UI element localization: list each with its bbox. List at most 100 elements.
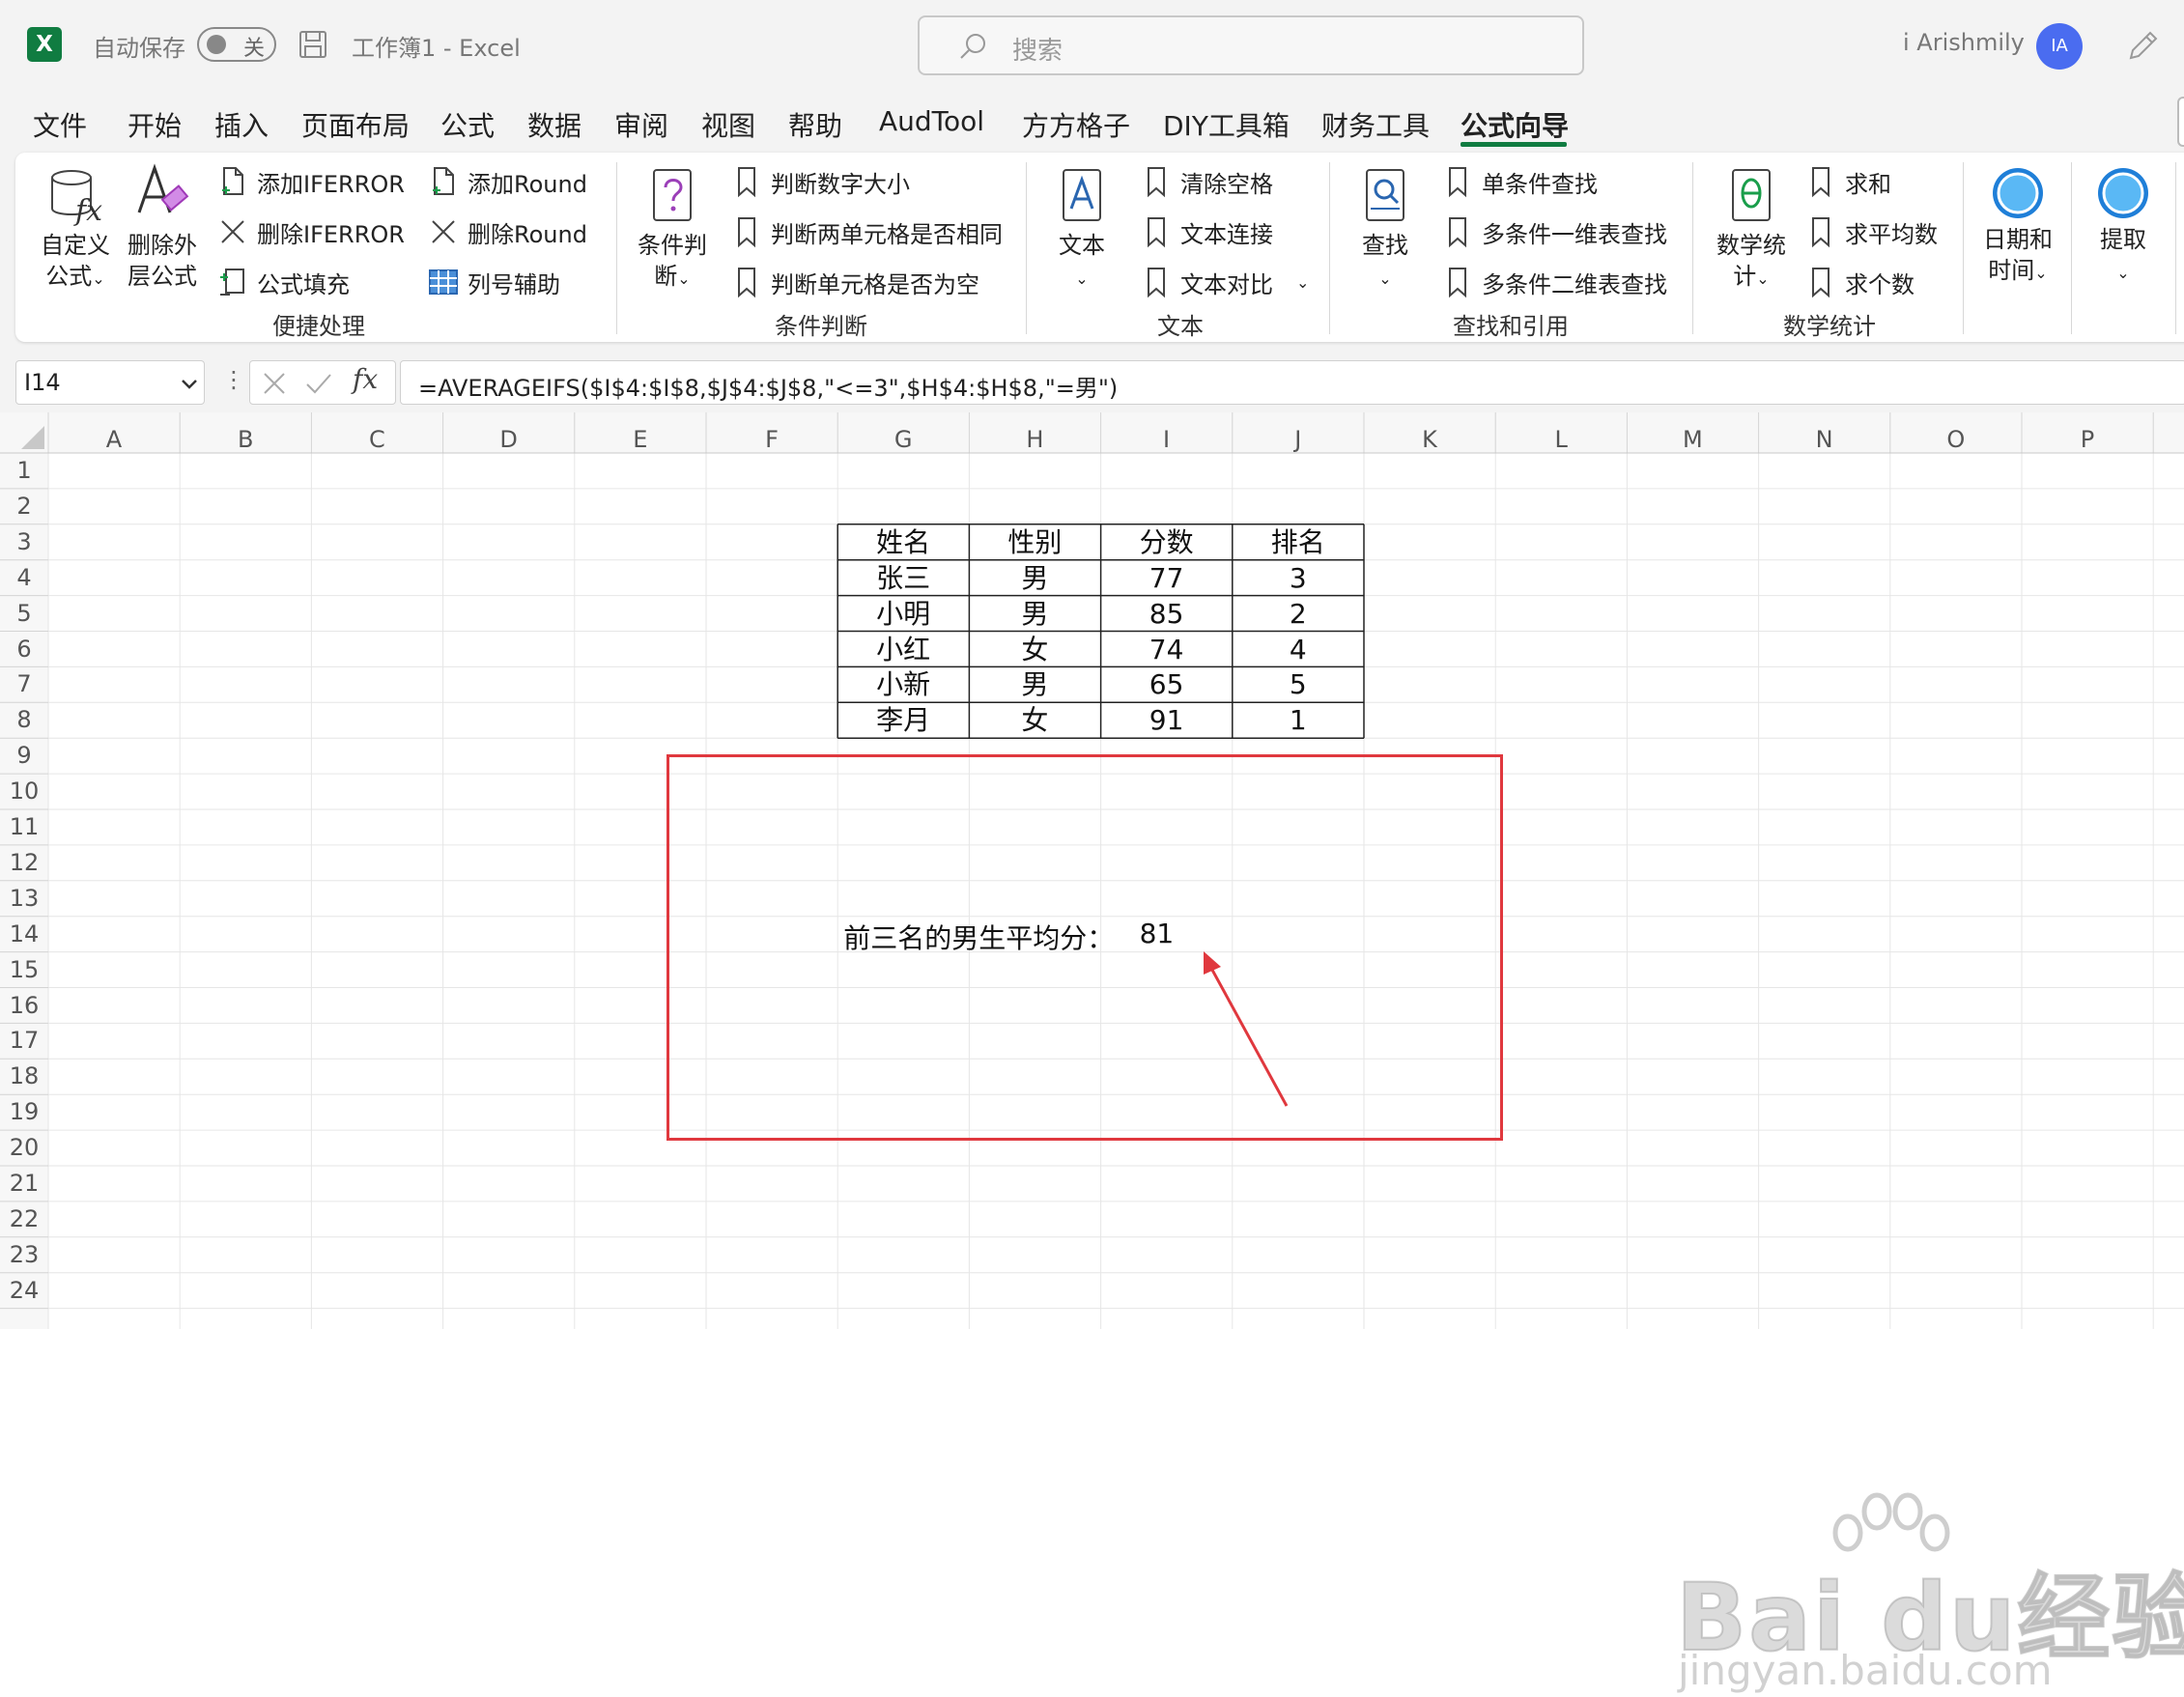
column-header-a[interactable]: A (48, 426, 180, 453)
column-header-k[interactable]: K (1364, 426, 1495, 453)
column-header-o[interactable]: O (1890, 426, 2022, 453)
row-header-19[interactable]: 19 (0, 1098, 48, 1125)
tab-view[interactable]: 视图 (701, 105, 755, 144)
row-header-1[interactable]: 1 (0, 457, 48, 484)
tab-insert[interactable]: 插入 (214, 105, 269, 144)
column-header-h[interactable]: H (969, 426, 1100, 453)
lookup-button[interactable]: 查找 ⌄ (1347, 166, 1424, 295)
row-header-12[interactable]: 12 (0, 849, 48, 876)
search-box[interactable]: 搜索 (918, 15, 1584, 75)
pen-icon[interactable] (2123, 27, 2162, 66)
table-cell[interactable]: 张三 (837, 560, 969, 596)
tab-review[interactable]: 审阅 (614, 105, 668, 144)
custom-formula-button[interactable]: fx 自定义 公式⌄ (37, 166, 114, 295)
table-cell[interactable]: 小红 (837, 632, 969, 667)
chevron-down-icon[interactable]: ⌄ (1296, 273, 1309, 292)
table-cell[interactable]: 3 (1233, 560, 1364, 596)
table-cell[interactable]: 65 (1101, 666, 1233, 702)
sum-button[interactable]: 求和 (1804, 164, 1891, 199)
table-cell[interactable]: 女 (969, 632, 1100, 667)
table-cell[interactable]: 小明 (837, 596, 969, 632)
name-box[interactable]: I14 (15, 360, 205, 405)
row-header-13[interactable]: 13 (0, 885, 48, 912)
table-header-cell[interactable]: 姓名 (837, 524, 969, 560)
save-icon[interactable] (298, 29, 328, 60)
check-icon[interactable] (304, 369, 333, 398)
row-header-9[interactable]: 9 (0, 742, 48, 769)
count-button[interactable]: 求个数 (1804, 265, 1915, 299)
more-options-icon[interactable]: ⋮ (222, 366, 245, 393)
row-header-23[interactable]: 23 (0, 1241, 48, 1268)
column-header-d[interactable]: D (443, 426, 575, 453)
autosave-toggle[interactable]: 关 (197, 27, 276, 62)
row-header-5[interactable]: 5 (0, 600, 48, 627)
column-header-p[interactable]: P (2022, 426, 2153, 453)
column-header-b[interactable]: B (180, 426, 311, 453)
table-cell[interactable]: 74 (1101, 632, 1233, 667)
tab-finance-tools[interactable]: 财务工具 (1321, 105, 1430, 144)
table-cell[interactable]: 5 (1233, 666, 1364, 702)
multi-condition-2d-lookup-button[interactable]: 多条件二维表查找 (1441, 265, 1667, 299)
column-header-e[interactable]: E (575, 426, 706, 453)
row-header-20[interactable]: 20 (0, 1134, 48, 1161)
row-header-6[interactable]: 6 (0, 636, 48, 663)
worksheet-grid[interactable]: ABCDEFGHIJKLMNOP 1 2 3 4 5 6 7 8 9 10 11 12 13 14 15 16… (0, 412, 2184, 1694)
formula-fill-button[interactable]: 公式填充 (216, 265, 350, 299)
condition-button[interactable]: 条件判 断⌄ (634, 166, 711, 295)
judge-number-size-button[interactable]: 判断数字大小 (730, 164, 910, 199)
table-header-cell[interactable]: 排名 (1233, 524, 1364, 560)
tab-formulas[interactable]: 公式 (440, 105, 495, 144)
table-cell[interactable]: 女 (969, 702, 1100, 738)
math-stats-button[interactable]: 数学统 计⌄ (1708, 166, 1795, 295)
date-time-button[interactable]: 日期和 时间⌄ (1976, 164, 2059, 289)
column-header-n[interactable]: N (1759, 426, 1890, 453)
formula-input[interactable]: =AVERAGEIFS($I$4:$I$8,$J$4:$J$8,"<=3",$H… (400, 360, 2184, 405)
row-header-15[interactable]: 15 (0, 956, 48, 983)
row-header-11[interactable]: 11 (0, 813, 48, 840)
ribbon-edge-button[interactable] (2177, 97, 2184, 147)
remove-outer-formula-button[interactable]: 删除外 层公式 (124, 162, 201, 292)
row-header-8[interactable]: 8 (0, 706, 48, 733)
table-header-cell[interactable]: 分数 (1101, 524, 1233, 560)
single-condition-lookup-button[interactable]: 单条件查找 (1441, 164, 1598, 199)
chevron-down-icon[interactable] (179, 373, 200, 394)
table-cell[interactable]: 男 (969, 666, 1100, 702)
row-header-3[interactable]: 3 (0, 528, 48, 555)
row-header-16[interactable]: 16 (0, 992, 48, 1019)
column-header-i[interactable]: I (1101, 426, 1233, 453)
remove-round-button[interactable]: 删除Round (427, 214, 587, 249)
tab-home[interactable]: 开始 (128, 105, 182, 144)
result-value[interactable]: 81 (1140, 918, 1175, 949)
row-header-21[interactable]: 21 (0, 1170, 48, 1197)
tab-help[interactable]: 帮助 (788, 105, 842, 144)
table-cell[interactable]: 91 (1101, 702, 1233, 738)
row-header-7[interactable]: 7 (0, 670, 48, 697)
row-header-14[interactable]: 14 (0, 920, 48, 947)
tab-audtool[interactable]: AudTool (879, 105, 984, 137)
tab-diy-toolbox[interactable]: DIY工具箱 (1163, 105, 1290, 144)
tab-formula-wizard[interactable]: 公式向导 (1461, 105, 1569, 144)
cancel-icon[interactable] (260, 369, 289, 398)
column-header-m[interactable]: M (1627, 426, 1758, 453)
tab-page-layout[interactable]: 页面布局 (301, 105, 410, 144)
remove-iferror-button[interactable]: 删除IFERROR (216, 214, 405, 249)
text-button[interactable]: 文本 ⌄ (1043, 166, 1120, 295)
row-header-10[interactable]: 10 (0, 778, 48, 805)
table-cell[interactable]: 小新 (837, 666, 969, 702)
judge-two-cells-same-button[interactable]: 判断两单元格是否相同 (730, 214, 1003, 249)
insert-function-icon[interactable]: fx (353, 363, 378, 395)
tab-file[interactable]: 文件 (33, 105, 87, 144)
column-header-g[interactable]: G (837, 426, 969, 453)
row-header-18[interactable]: 18 (0, 1062, 48, 1089)
row-header-22[interactable]: 22 (0, 1205, 48, 1232)
add-iferror-button[interactable]: 添加IFERROR (216, 164, 405, 199)
column-header-l[interactable]: L (1495, 426, 1627, 453)
judge-cell-empty-button[interactable]: 判断单元格是否为空 (730, 265, 979, 299)
tab-fangfang[interactable]: 方方格子 (1022, 105, 1130, 144)
average-button[interactable]: 求平均数 (1804, 214, 1938, 249)
column-header-f[interactable]: F (706, 426, 837, 453)
table-cell[interactable]: 4 (1233, 632, 1364, 667)
row-header-2[interactable]: 2 (0, 493, 48, 520)
row-header-24[interactable]: 24 (0, 1277, 48, 1304)
trim-spaces-button[interactable]: 清除空格 (1140, 164, 1273, 199)
